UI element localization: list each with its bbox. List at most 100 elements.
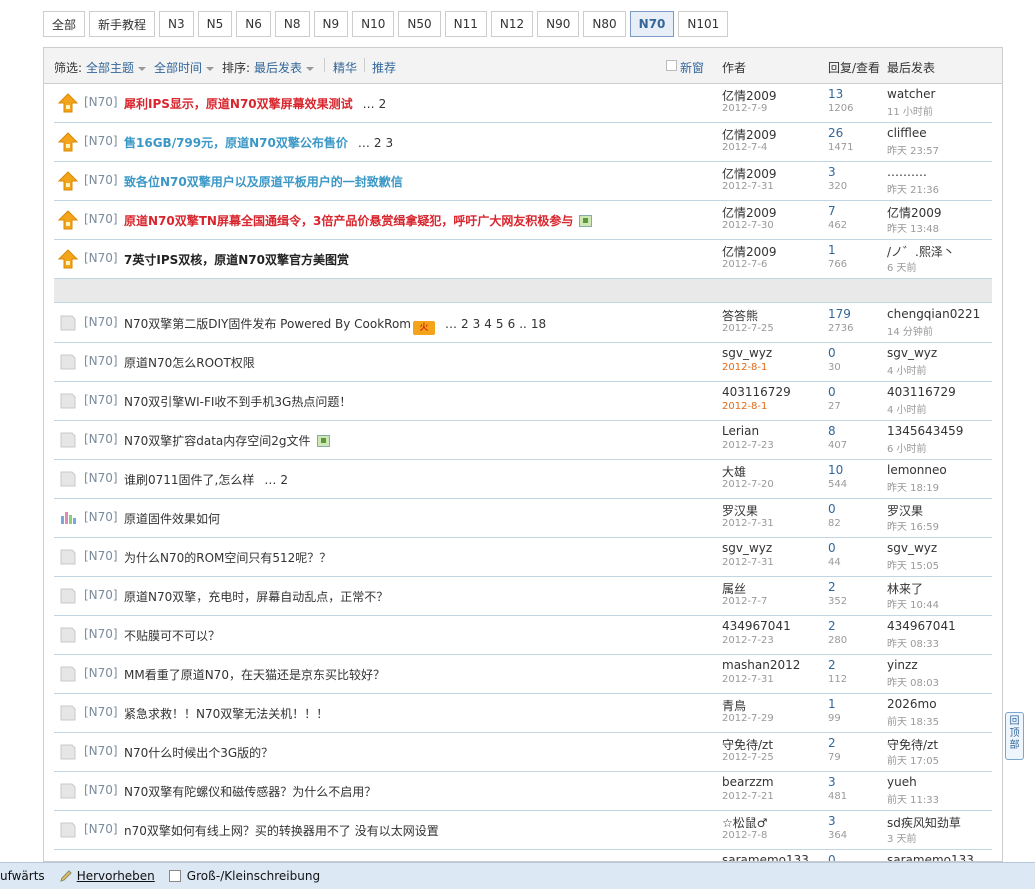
page-link[interactable]: 2 (374, 136, 382, 150)
last-poster[interactable]: sd疾风知劲草 (887, 814, 961, 831)
forum-tag[interactable]: [N70] (84, 354, 118, 368)
forum-tag[interactable]: [N70] (84, 212, 118, 226)
forum-tag[interactable]: [N70] (84, 393, 118, 407)
author-name[interactable]: 属丝 (722, 580, 746, 597)
tab-N70[interactable]: N70 (629, 11, 675, 37)
thread-title-link[interactable]: MM看重了原道N70，在天猫还是京东买比较好？ (124, 668, 385, 682)
last-poster[interactable]: 1345643459 (887, 424, 963, 438)
author-name[interactable]: bearzzm (722, 775, 774, 789)
tab-N3[interactable]: N3 (159, 11, 194, 37)
thread-title-link[interactable]: 售16GB/799元，原道N70双擎公布售价 (124, 136, 348, 150)
last-post-time[interactable]: 昨天 23:57 (887, 142, 939, 157)
thread-title-link[interactable]: 紧急求救！！N70双擎无法关机！！！ (124, 707, 328, 721)
page-link[interactable]: … (445, 317, 457, 331)
forum-tag[interactable]: [N70] (84, 588, 118, 602)
thread-title-link[interactable]: n70双擎如何有线上网？买的转换器用不了 没有以太网设置 (124, 824, 439, 838)
forum-tag[interactable]: [N70] (84, 315, 118, 329)
page-link[interactable]: 2 (379, 97, 387, 111)
last-post-time[interactable]: 昨天 21:36 (887, 181, 939, 196)
match-case-checkbox[interactable] (168, 870, 181, 882)
thread-title-link[interactable]: 犀利IPS显示，原道N70双擎屏幕效果测试 (124, 97, 353, 111)
last-post-time[interactable]: 前天 18:35 (887, 713, 939, 728)
last-poster[interactable]: watcher (887, 87, 935, 101)
author-name[interactable]: sgv_wyz (722, 346, 772, 360)
thread-title-link[interactable]: 不贴膜可不可以？ (124, 629, 220, 643)
last-post-time[interactable]: 前天 11:33 (887, 791, 939, 806)
page-link[interactable]: 3 (473, 317, 481, 331)
forum-tag[interactable]: [N70] (84, 549, 118, 563)
thread-title-link[interactable]: N70双引擎WI-FI收不到手机3G热点问题！ (124, 395, 351, 409)
forum-tag[interactable]: [N70] (84, 251, 118, 265)
match-case-toggle[interactable]: Groß-/Kleinschreibung (168, 869, 320, 883)
author-name[interactable]: ☆松鼠♂ (722, 814, 768, 831)
last-post-time[interactable]: 昨天 08:03 (887, 674, 939, 689)
last-post-time[interactable]: 14 分钟前 (887, 323, 933, 338)
page-link[interactable]: 4 (484, 317, 492, 331)
back-to-top-button[interactable]: 回顶部 (1005, 712, 1024, 760)
thread-title-link[interactable]: N70双擎第二版DIY固件发布 Powered By CookRom (124, 317, 411, 331)
author-name[interactable]: 434967041 (722, 619, 791, 633)
last-poster[interactable]: 罗汉果 (887, 502, 923, 519)
last-poster[interactable]: 2026mo (887, 697, 937, 711)
author-name[interactable]: 青鳥 (722, 697, 746, 714)
last-poster[interactable]: yueh (887, 775, 917, 789)
forum-tag[interactable]: [N70] (84, 173, 118, 187)
page-link[interactable]: 2 (461, 317, 469, 331)
last-post-time[interactable]: 昨天 18:19 (887, 479, 939, 494)
tab-N50[interactable]: N50 (398, 11, 441, 37)
author-name[interactable]: Lerian (722, 424, 759, 438)
page-link[interactable]: … (264, 473, 276, 487)
find-previous-button[interactable]: ufwärts (0, 869, 45, 883)
thread-title-link[interactable]: 为什么N70的ROM空间只有512呢？？ (124, 551, 331, 565)
page-link[interactable]: 2 (280, 473, 288, 487)
forum-tag[interactable]: [N70] (84, 471, 118, 485)
author-name[interactable]: 罗汉果 (722, 502, 758, 519)
tab-全部[interactable]: 全部 (43, 11, 86, 37)
thread-title-link[interactable]: 原道固件效果如何 (124, 512, 220, 526)
last-post-time[interactable]: 3 天前 (887, 830, 917, 845)
last-poster[interactable]: 守免待/zt (887, 736, 938, 753)
last-post-time[interactable]: 昨天 08:33 (887, 635, 939, 650)
last-post-time[interactable]: 昨天 10:44 (887, 596, 939, 611)
forum-tag[interactable]: [N70] (84, 666, 118, 680)
last-poster[interactable]: lemonneo (887, 463, 947, 477)
thread-title-link[interactable]: 谁刷0711固件了,怎么样 (124, 473, 254, 487)
thread-title-link[interactable]: 原道N70双擎TN屏幕全国通缉令，3倍产品价悬赏缉拿疑犯，呼吁广大网友积极参与 (124, 214, 573, 228)
tab-N80[interactable]: N80 (583, 11, 626, 37)
filter-topic-dropdown[interactable]: 全部主题 (86, 59, 147, 76)
tab-新手教程[interactable]: 新手教程 (89, 11, 156, 37)
author-name[interactable]: 亿情2009 (722, 204, 777, 221)
last-post-time[interactable]: 昨天 16:59 (887, 518, 939, 533)
last-post-time[interactable]: 6 天前 (887, 259, 917, 274)
last-post-time[interactable]: 4 小时前 (887, 362, 927, 377)
last-post-time[interactable]: 昨天 15:05 (887, 557, 939, 572)
tab-N12[interactable]: N12 (490, 11, 534, 37)
digest-filter-link[interactable]: 精华 (333, 59, 357, 76)
last-poster[interactable]: /ノ゛.熙泽丶 (887, 243, 955, 260)
forum-tag[interactable]: [N70] (84, 432, 118, 446)
thread-title-link[interactable]: N70双擎扩容data内存空间2g文件 (124, 434, 311, 448)
thread-title-link[interactable]: N70双擎有陀螺仪和磁传感器？为什么不启用？ (124, 785, 376, 799)
last-post-time[interactable]: 4 小时前 (887, 401, 927, 416)
page-link[interactable]: .. (519, 317, 527, 331)
new-window-label[interactable]: 新窗 (680, 59, 704, 76)
last-post-time[interactable]: 前天 17:05 (887, 752, 939, 767)
filter-time-dropdown[interactable]: 全部时间 (154, 59, 215, 76)
last-poster[interactable]: chengqian0221 (887, 307, 980, 321)
author-name[interactable]: sgv_wyz (722, 541, 772, 555)
last-poster[interactable]: 林来了 (887, 580, 923, 597)
tab-N10[interactable]: N10 (352, 11, 395, 37)
author-name[interactable]: 亿情2009 (722, 243, 777, 260)
highlight-button[interactable]: Hervorheben (59, 869, 155, 883)
last-poster[interactable]: 434967041 (887, 619, 956, 633)
last-poster[interactable]: 403116729 (887, 385, 956, 399)
author-name[interactable]: 亿情2009 (722, 165, 777, 182)
tab-N101[interactable]: N101 (678, 11, 729, 37)
forum-tag[interactable]: [N70] (84, 627, 118, 641)
tab-N8[interactable]: N8 (274, 11, 310, 37)
author-name[interactable]: 亿情2009 (722, 126, 777, 143)
thread-title-link[interactable]: 致各位N70双擎用户以及原道平板用户的一封致歉信 (124, 175, 403, 189)
last-poster[interactable]: sgv_wyz (887, 541, 937, 555)
last-poster[interactable]: ………. (887, 165, 927, 179)
last-poster[interactable]: clifflee (887, 126, 927, 140)
